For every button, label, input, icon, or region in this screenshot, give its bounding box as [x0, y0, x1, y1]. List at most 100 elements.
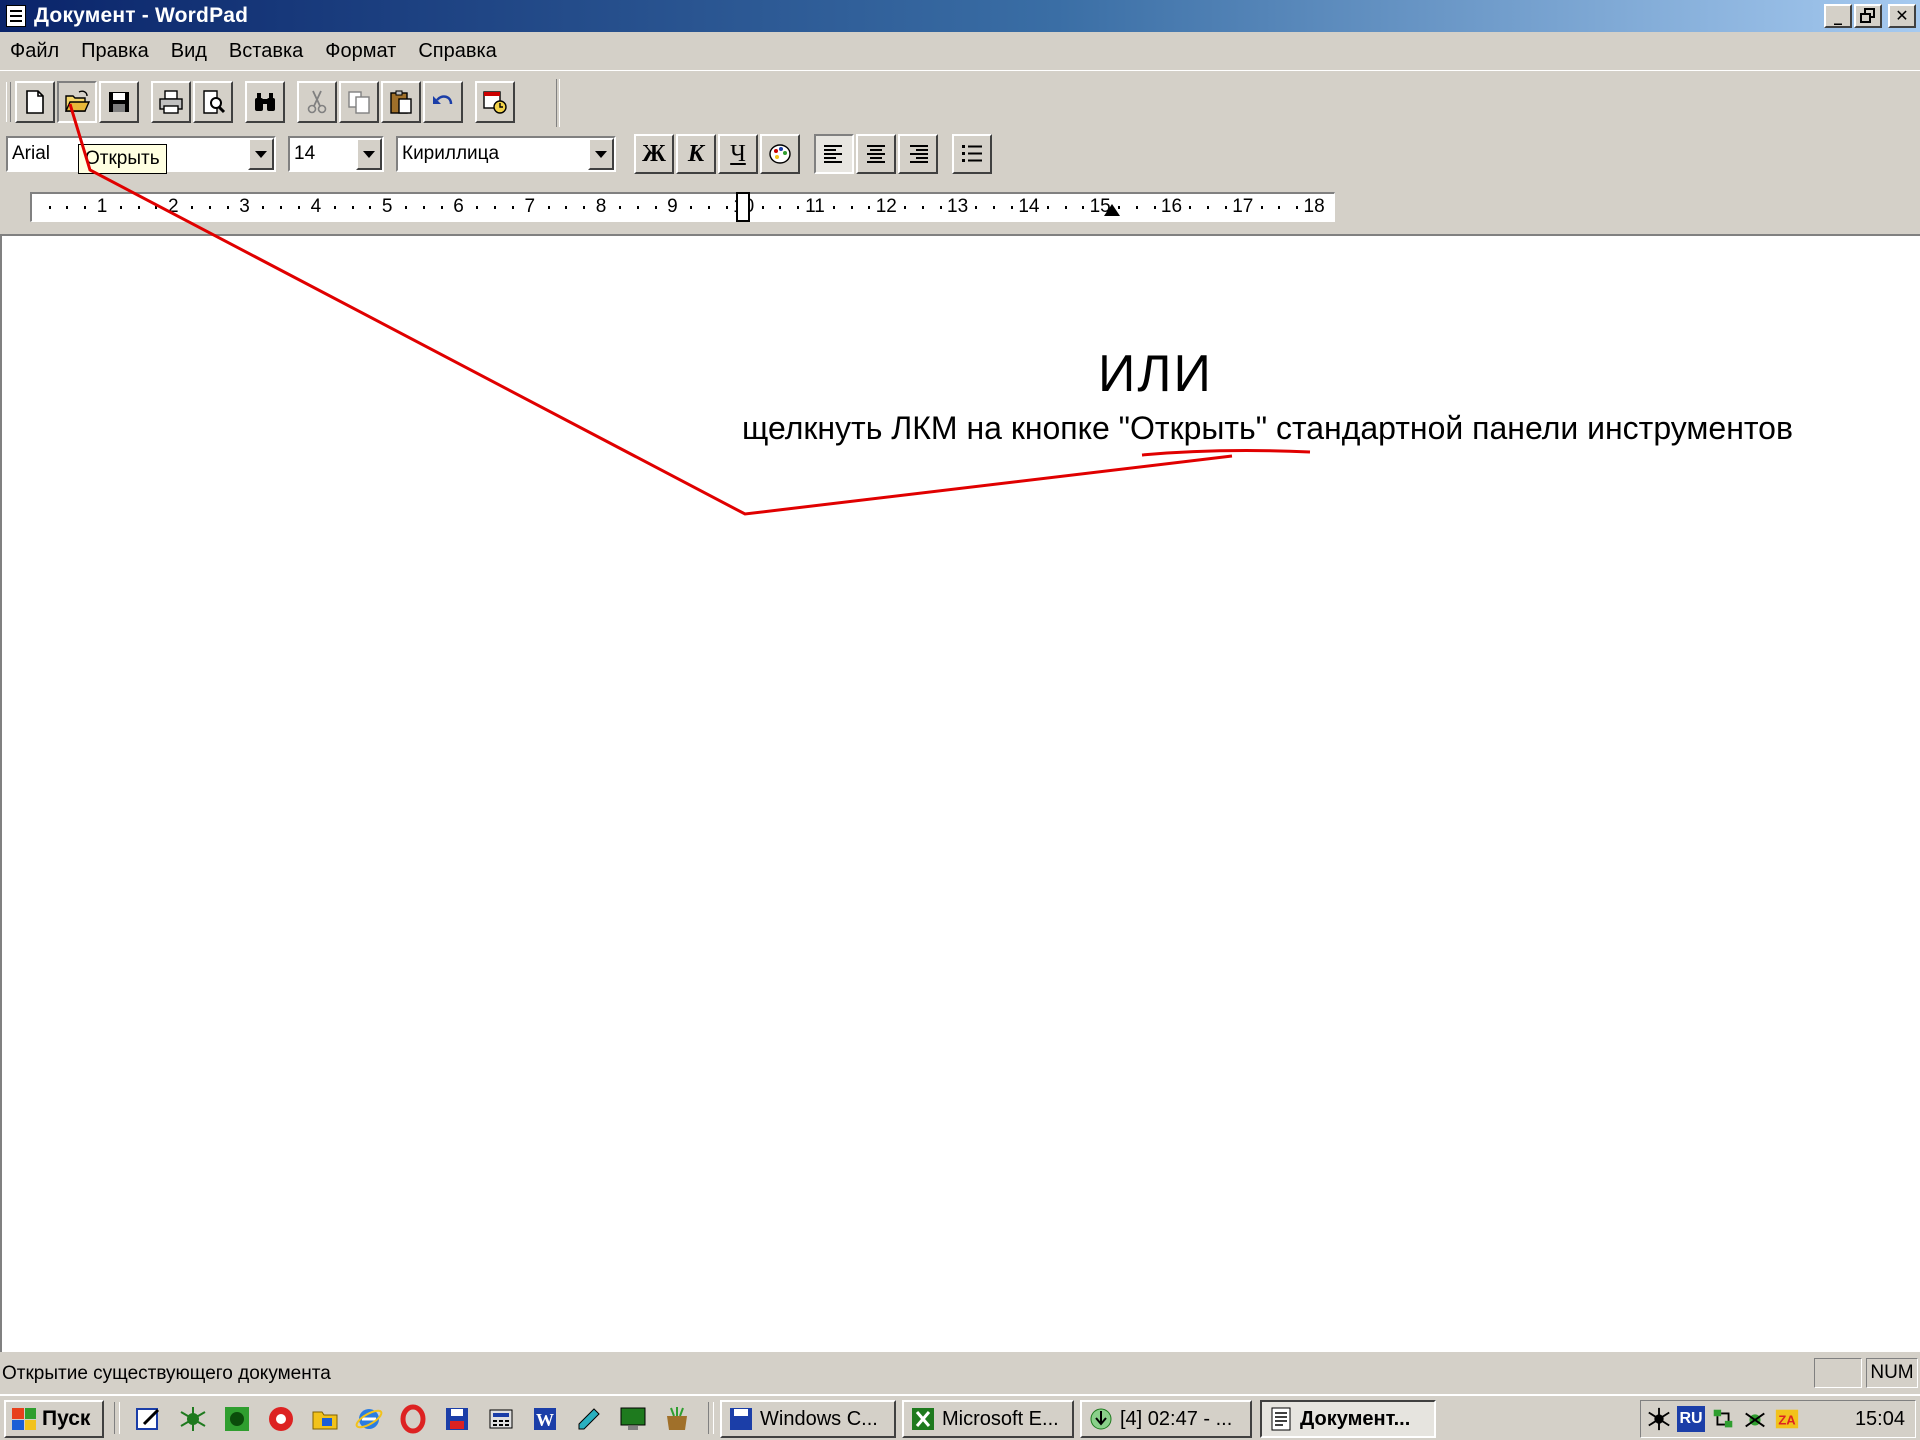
minimize-button[interactable]: _ [1824, 4, 1852, 28]
note-icon[interactable] [572, 1402, 606, 1436]
font-name-value: Arial [12, 143, 51, 164]
svg-text:W: W [536, 1410, 554, 1430]
undo-button[interactable] [423, 81, 463, 123]
task-windows-commander[interactable]: Windows C... [720, 1400, 896, 1438]
spider-icon[interactable] [176, 1402, 210, 1436]
underline-button[interactable]: Ч [718, 134, 758, 174]
new-document-button[interactable] [15, 81, 55, 123]
bullet-list-icon [962, 145, 982, 162]
save-button[interactable] [99, 81, 139, 123]
task-download[interactable]: [4] 02:47 - ... [1080, 1400, 1252, 1438]
paste-button[interactable] [381, 81, 421, 123]
ruler-tick [137, 206, 140, 209]
start-label: Пуск [42, 1407, 91, 1430]
green-app-icon[interactable] [220, 1402, 254, 1436]
ruler[interactable]: 123456789101112131415161718 [30, 192, 1335, 222]
new-document-icon [26, 90, 44, 114]
copy-icon [348, 91, 370, 114]
open-folder-icon [64, 90, 91, 112]
ruler-tick [583, 206, 586, 209]
ruler-tick [654, 206, 657, 209]
italic-button[interactable]: К [676, 134, 716, 174]
taskbar-divider [114, 1402, 120, 1434]
ruler-tick [921, 206, 924, 209]
zonealarm-tray-icon[interactable]: ZA [1773, 1405, 1801, 1433]
task-label-4: Документ... [1300, 1407, 1411, 1430]
color-button[interactable] [760, 134, 800, 174]
download-globe-icon [1090, 1408, 1112, 1430]
ruler-tick [850, 206, 853, 209]
ruler-number: 18 [1303, 196, 1325, 217]
ruler-band: 123456789101112131415161718 [0, 188, 1920, 232]
print-preview-icon [203, 90, 226, 114]
clock[interactable]: 15:04 [1855, 1408, 1905, 1431]
edit-icon[interactable] [132, 1402, 166, 1436]
menu-format[interactable]: Формат [314, 40, 407, 63]
opera-icon[interactable] [396, 1402, 430, 1436]
standard-toolbar [6, 79, 517, 125]
spider-tray-icon[interactable] [1645, 1405, 1673, 1433]
font-dropdown-arrow-icon[interactable] [248, 138, 274, 170]
monitor-icon[interactable] [616, 1402, 650, 1436]
ruler-tick [48, 206, 51, 209]
ruler-tick [84, 206, 87, 209]
toolbar-grip[interactable] [6, 82, 11, 122]
script-dropdown-arrow-icon[interactable] [588, 138, 614, 170]
print-preview-button[interactable] [193, 81, 233, 123]
calculator-icon[interactable] [484, 1402, 518, 1436]
ruler-number: 5 [381, 196, 393, 217]
menu-edit[interactable]: Правка [70, 40, 160, 63]
ruler-tick [1296, 206, 1299, 209]
language-indicator[interactable]: RU [1677, 1406, 1705, 1432]
ruler-tick [939, 206, 942, 209]
desk-icon[interactable] [660, 1402, 694, 1436]
ruler-tick [155, 206, 158, 209]
network-icon[interactable] [1709, 1405, 1737, 1433]
close-button[interactable]: ✕ [1888, 4, 1916, 28]
size-dropdown-arrow-icon[interactable] [356, 138, 382, 170]
instruction-highlight: "Открыть" [1118, 410, 1268, 446]
restore-button[interactable] [1854, 4, 1882, 28]
right-margin-marker-icon[interactable] [1104, 204, 1120, 216]
ruler-number: 16 [1160, 196, 1183, 217]
antivirus-tray-icon[interactable] [1741, 1405, 1769, 1433]
menu-view[interactable]: Вид [160, 40, 218, 63]
wordpad-icon[interactable] [6, 5, 26, 27]
align-right-button[interactable] [898, 134, 938, 174]
floppy-task-icon [730, 1408, 752, 1430]
menu-help[interactable]: Справка [407, 40, 507, 63]
align-left-button[interactable] [814, 134, 854, 174]
menu-insert[interactable]: Вставка [218, 40, 314, 63]
ruler-tick [993, 206, 996, 209]
indent-marker-icon[interactable] [736, 192, 750, 222]
task-label-3: [4] 02:47 - ... [1120, 1407, 1233, 1430]
ie-icon[interactable] [352, 1402, 386, 1436]
ruler-tick [405, 206, 408, 209]
script-combo[interactable]: Кириллица [396, 136, 616, 172]
bullets-button[interactable] [952, 134, 992, 174]
ruler-tick [333, 206, 336, 209]
folder-icon[interactable] [308, 1402, 342, 1436]
insert-date-time-button[interactable] [475, 81, 515, 123]
align-center-button[interactable] [856, 134, 896, 174]
task-label-2: Microsoft E... [942, 1407, 1059, 1430]
menu-file[interactable]: Файл [0, 40, 70, 63]
print-button[interactable] [151, 81, 191, 123]
task-microsoft-excel[interactable]: Microsoft E... [902, 1400, 1074, 1438]
document-area[interactable]: ИЛИ щелкнуть ЛКМ на кнопке "Открыть" ста… [0, 234, 1920, 1352]
font-size-combo[interactable]: 14 [288, 136, 384, 172]
red-circle-icon[interactable] [264, 1402, 298, 1436]
taskbar-divider-2 [708, 1402, 714, 1434]
copy-button[interactable] [339, 81, 379, 123]
find-button[interactable] [245, 81, 285, 123]
task-wordpad-document[interactable]: Документ... [1260, 1400, 1436, 1438]
start-button[interactable]: Пуск [4, 1400, 104, 1438]
floppy-icon[interactable] [440, 1402, 474, 1436]
open-button[interactable] [57, 81, 97, 123]
ruler-tick [262, 206, 265, 209]
quick-launch: W [132, 1402, 694, 1436]
bold-button[interactable]: Ж [634, 134, 674, 174]
word-icon[interactable]: W [528, 1402, 562, 1436]
cut-button[interactable] [297, 81, 337, 123]
ruler-tick [636, 206, 639, 209]
